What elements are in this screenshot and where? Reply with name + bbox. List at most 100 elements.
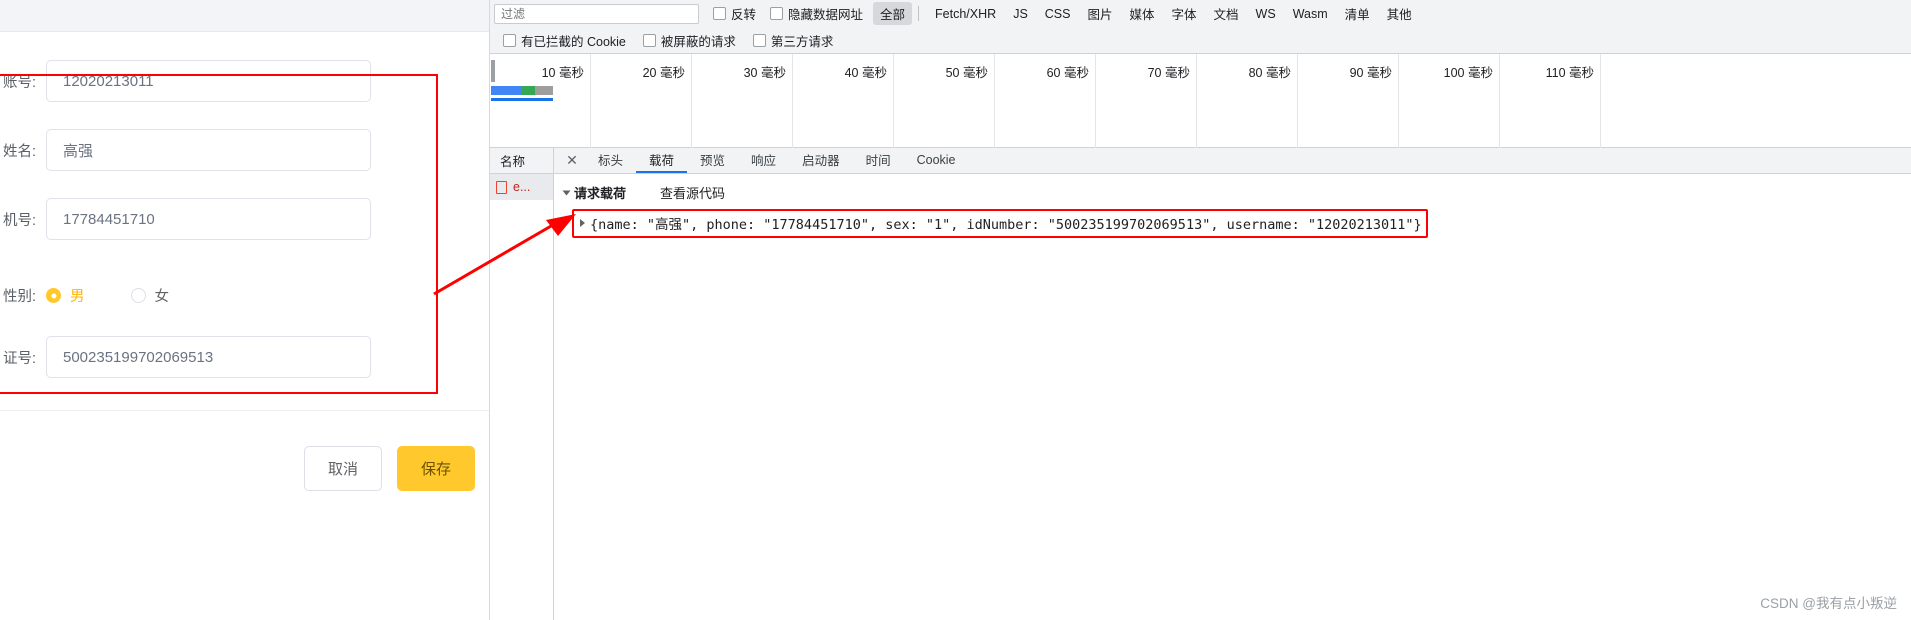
- filter-separator: [918, 6, 920, 21]
- radio-label-female: 女: [154, 289, 170, 305]
- filter-input[interactable]: [494, 3, 699, 24]
- form-row-account: 账号:: [0, 60, 371, 102]
- timeline-tick: 80 毫秒: [1197, 54, 1298, 148]
- tab-headers[interactable]: 标头: [585, 148, 636, 173]
- payload-section-title: 请求载荷: [574, 186, 627, 201]
- form-row-idnumber: 证号:: [0, 336, 371, 378]
- checkbox-icon: [642, 33, 656, 47]
- timeline-tick: 60 毫秒: [995, 54, 1096, 148]
- checkbox-icon: [752, 33, 766, 47]
- view-source-link[interactable]: 查看源代码: [660, 183, 725, 202]
- request-detail-pane: ✕ 标头 载荷 预览 响应 启动器 时间 Cookie 请求载荷 查看源代码 {…: [554, 148, 1911, 620]
- request-list: 名称 e...: [490, 148, 554, 620]
- network-timeline-overview[interactable]: 10 毫秒 20 毫秒 30 毫秒 40 毫秒 50 毫秒 60 毫秒 70 毫…: [490, 54, 1911, 148]
- invert-label: 反转: [731, 8, 757, 22]
- filter-type-ws[interactable]: WS: [1249, 5, 1283, 23]
- close-icon[interactable]: ✕: [559, 148, 585, 173]
- timeline-tick: 40 毫秒: [793, 54, 894, 148]
- screenshot-root: 账号: 姓名: 机号: 性别: 男: [0, 0, 1911, 620]
- blocked-requests-label: 被屏蔽的请求: [660, 34, 736, 49]
- checkbox-icon: [770, 7, 784, 20]
- request-name: e...: [513, 180, 531, 194]
- form-row-name: 姓名:: [0, 129, 371, 171]
- tab-preview[interactable]: 预览: [687, 148, 738, 173]
- form-row-phone: 机号:: [0, 198, 371, 240]
- tab-payload[interactable]: 载荷: [636, 148, 688, 173]
- timeline-tick: 10 毫秒: [490, 54, 591, 148]
- filter-type-wasm[interactable]: Wasm: [1286, 5, 1335, 23]
- request-list-row[interactable]: e...: [490, 174, 553, 200]
- cancel-button[interactable]: 取消: [304, 446, 382, 491]
- input-phone[interactable]: [46, 198, 371, 240]
- radio-gender-female[interactable]: 女: [130, 285, 170, 306]
- input-name[interactable]: [46, 129, 371, 171]
- tab-cookies[interactable]: Cookie: [904, 148, 969, 173]
- timeline-tick-label: 90 毫秒: [1349, 66, 1392, 80]
- watermark: CSDN @我有点小叛逆: [1760, 596, 1897, 611]
- chevron-right-icon[interactable]: [580, 219, 585, 227]
- filter-type-js[interactable]: JS: [1006, 5, 1035, 23]
- payload-section-header: 请求载荷 查看源代码: [562, 183, 1911, 202]
- timeline-tick-label: 70 毫秒: [1147, 66, 1190, 80]
- timeline-tick: 90 毫秒: [1298, 54, 1399, 148]
- timeline-tick-label: 110 毫秒: [1545, 66, 1594, 80]
- save-button[interactable]: 保存: [397, 446, 475, 491]
- filter-type-all[interactable]: 全部: [873, 2, 913, 25]
- timeline-tick: 100 毫秒: [1399, 54, 1500, 148]
- timeline-tick: 110 毫秒: [1500, 54, 1601, 148]
- timeline-tick-label: 10 毫秒: [541, 66, 584, 80]
- network-bottom-area: 名称 e... ✕ 标头 载荷 预览 响应 启动器 时间 Cookie 请求载荷…: [490, 148, 1911, 620]
- radio-gender-male[interactable]: 男: [46, 285, 85, 306]
- third-party-label: 第三方请求: [770, 34, 834, 49]
- timeline-tick: 30 毫秒: [692, 54, 793, 148]
- input-idnumber[interactable]: [46, 336, 371, 378]
- invert-checkbox[interactable]: 反转: [713, 4, 756, 23]
- filter-type-media[interactable]: 媒体: [1123, 2, 1162, 25]
- third-party-requests-checkbox[interactable]: 第三方请求: [752, 31, 834, 50]
- devtools-network-panel: 反转 隐藏数据网址 全部 Fetch/XHR JS CSS 图片 媒体 字体 文…: [489, 0, 1911, 620]
- radio-unchecked-icon: [130, 288, 146, 303]
- label-account: 账号:: [2, 74, 36, 91]
- label-name: 姓名:: [2, 143, 36, 160]
- input-account[interactable]: [46, 60, 371, 102]
- blocked-cookies-label: 有已拦截的 Cookie: [521, 34, 626, 49]
- tab-response[interactable]: 响应: [738, 148, 789, 173]
- timeline-tick-label: 20 毫秒: [642, 66, 685, 80]
- tab-timing[interactable]: 时间: [853, 148, 904, 173]
- timeline-tick-label: 50 毫秒: [945, 66, 988, 80]
- payload-json-text: {name: "高强", phone: "17784451710", sex: …: [590, 217, 1422, 233]
- request-list-header: 名称: [490, 148, 553, 174]
- filter-type-manifest[interactable]: 清单: [1338, 2, 1377, 25]
- tab-initiator[interactable]: 启动器: [789, 148, 853, 173]
- timeline-tick: 50 毫秒: [894, 54, 995, 148]
- network-filter-bar: 反转 隐藏数据网址 全部 Fetch/XHR JS CSS 图片 媒体 字体 文…: [490, 0, 1911, 27]
- timeline-tick-label: 30 毫秒: [743, 66, 786, 80]
- form-footer-buttons: 取消 保存: [304, 446, 475, 491]
- filter-type-font[interactable]: 字体: [1165, 2, 1204, 25]
- timeline-tick: 20 毫秒: [591, 54, 692, 148]
- timeline-tick-label: 80 毫秒: [1248, 66, 1291, 80]
- payload-body: 请求载荷 查看源代码 {name: "高强", phone: "17784451…: [554, 174, 1911, 238]
- payload-json-highlight: {name: "高强", phone: "17784451710", sex: …: [572, 209, 1428, 238]
- hide-data-urls-label: 隐藏数据网址: [788, 8, 864, 22]
- document-icon: [496, 180, 507, 194]
- checkbox-icon: [503, 33, 516, 47]
- radio-checked-icon: [46, 288, 61, 303]
- filter-type-doc[interactable]: 文档: [1207, 2, 1246, 25]
- timeline-tick: 70 毫秒: [1096, 54, 1197, 148]
- filter-type-other[interactable]: 其他: [1380, 2, 1419, 25]
- label-gender: 性别:: [2, 289, 36, 305]
- form-row-gender: 性别: 男 女: [0, 285, 215, 306]
- form-divider: [0, 410, 489, 411]
- blocked-requests-checkbox[interactable]: 被屏蔽的请求: [642, 31, 736, 50]
- filter-type-image[interactable]: 图片: [1080, 2, 1119, 25]
- blocked-cookies-checkbox[interactable]: 有已拦截的 Cookie: [503, 31, 626, 50]
- hide-data-urls-checkbox[interactable]: 隐藏数据网址: [770, 4, 863, 23]
- filter-type-css[interactable]: CSS: [1038, 5, 1078, 23]
- web-page-pane: 账号: 姓名: 机号: 性别: 男: [0, 0, 489, 620]
- label-idnumber: 证号:: [2, 350, 36, 367]
- filter-type-fetch-xhr[interactable]: Fetch/XHR: [928, 5, 1003, 23]
- chevron-down-icon[interactable]: [562, 190, 571, 195]
- detail-tab-bar: ✕ 标头 载荷 预览 响应 启动器 时间 Cookie: [554, 148, 1911, 174]
- timeline-tick-label: 60 毫秒: [1046, 66, 1089, 80]
